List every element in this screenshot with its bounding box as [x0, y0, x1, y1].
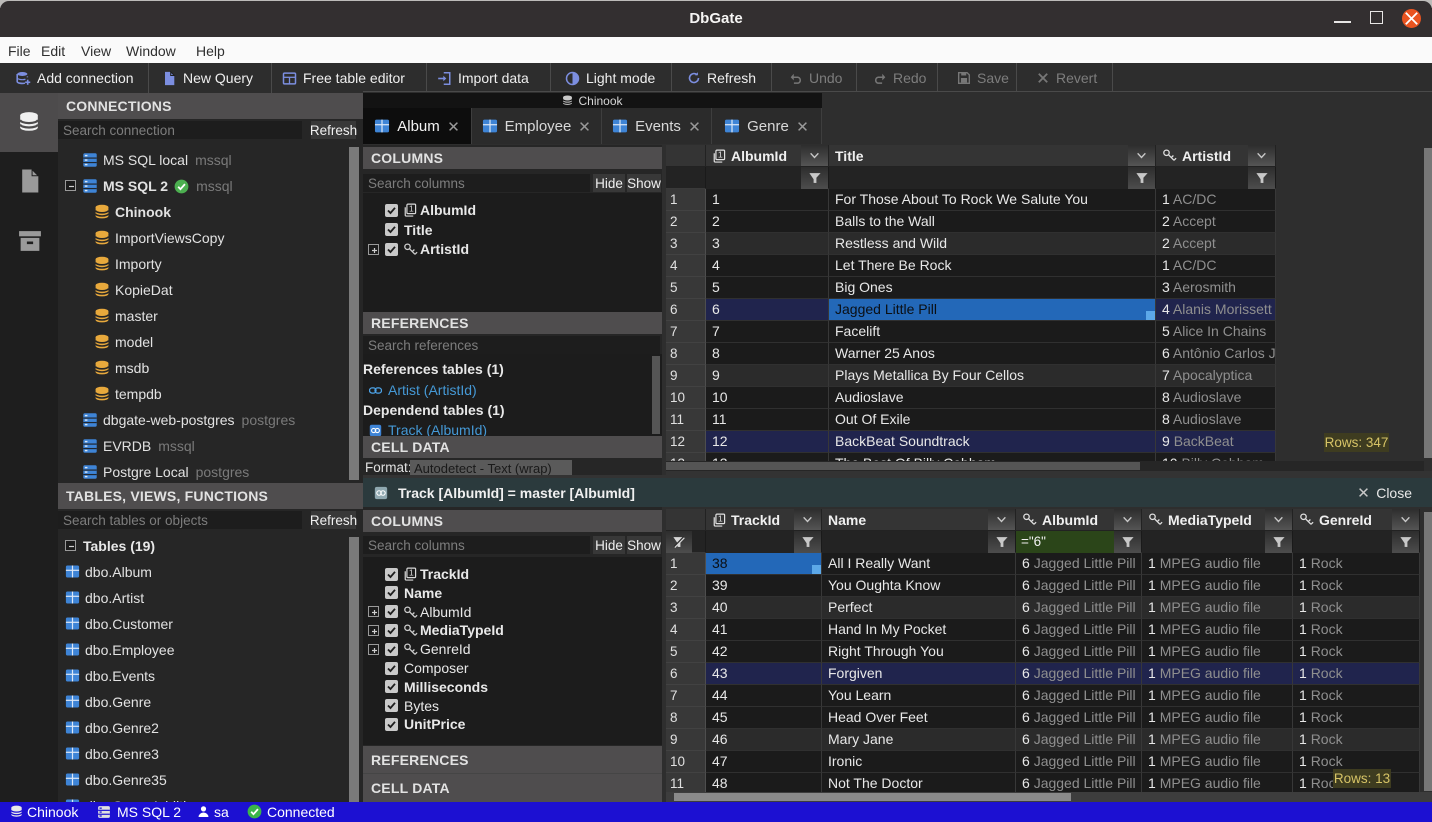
svg-text:1: 1	[409, 204, 414, 214]
svg-text:1: 1	[409, 568, 414, 578]
svg-text:1: 1	[718, 149, 723, 159]
svg-text:1: 1	[718, 513, 723, 523]
